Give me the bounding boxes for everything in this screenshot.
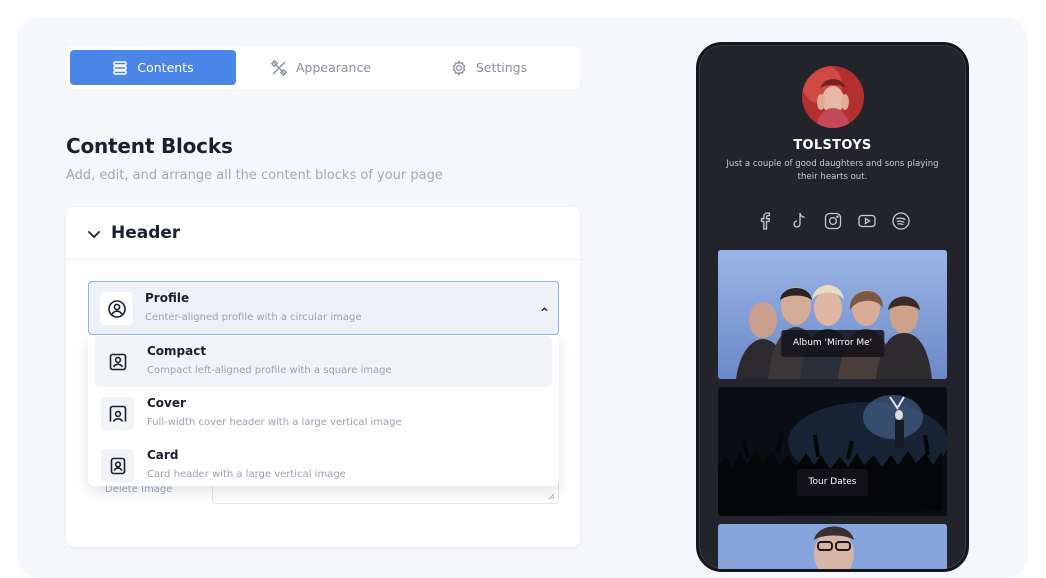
- phone-preview: TOLSTOYS Just a couple of good daughters…: [696, 42, 969, 572]
- tab-appearance-label: Appearance: [295, 60, 372, 75]
- stack-icon: [113, 60, 128, 75]
- option-cover[interactable]: Cover Full-width cover header with a lar…: [95, 388, 552, 439]
- option-card-title: Card: [147, 448, 179, 462]
- selected-option-description: Center-aligned profile with a circular i…: [145, 312, 362, 323]
- header-section-toggle[interactable]: Header: [66, 207, 580, 260]
- social-links: [699, 211, 966, 231]
- link-block-tour[interactable]: Tour Dates: [718, 387, 947, 516]
- profile-cover-icon: [101, 397, 134, 430]
- brush-ruler-icon: [270, 59, 287, 76]
- page-subtitle: Add, edit, and arrange all the content b…: [66, 168, 443, 183]
- tab-bar: Contents Appearance Settings: [66, 46, 580, 89]
- option-compact-description: Compact left-aligned profile with a squa…: [147, 365, 392, 376]
- third-block-image: [718, 524, 947, 569]
- tour-concert-image: [718, 387, 947, 516]
- chevron-up-icon: [541, 307, 548, 312]
- preview-profile-bio: Just a couple of good daughters and sons…: [726, 159, 939, 182]
- chevron-down-icon: [88, 231, 100, 239]
- tab-settings-label: Settings: [475, 60, 528, 75]
- instagram-icon[interactable]: [823, 211, 843, 231]
- header-type-dropdown: Compact Compact left-aligned profile wit…: [88, 335, 559, 486]
- profile-circle-icon: [100, 292, 133, 325]
- selected-option-title: Profile: [145, 291, 190, 305]
- option-compact[interactable]: Compact Compact left-aligned profile wit…: [95, 336, 552, 387]
- page-title: Content Blocks: [66, 134, 233, 158]
- facebook-icon[interactable]: [755, 211, 775, 231]
- tab-contents[interactable]: Contents: [70, 50, 236, 85]
- option-card[interactable]: Card Card header with a large vertical i…: [95, 440, 552, 491]
- tour-block-label: Tour Dates: [796, 469, 869, 496]
- preview-profile-name: TOLSTOYS: [793, 138, 872, 153]
- option-compact-title: Compact: [147, 344, 207, 358]
- tab-appearance[interactable]: Appearance: [238, 50, 404, 85]
- option-card-description: Card header with a large vertical image: [147, 469, 346, 480]
- header-section-label: Header: [111, 223, 181, 243]
- option-cover-title: Cover: [147, 396, 186, 410]
- tiktok-icon[interactable]: [789, 211, 809, 231]
- profile-card-icon: [101, 449, 134, 482]
- tab-settings[interactable]: Settings: [406, 50, 572, 85]
- profile-square-icon: [101, 345, 134, 378]
- youtube-icon[interactable]: [857, 211, 877, 231]
- resize-handle-icon: [548, 493, 555, 500]
- option-cover-description: Full-width cover header with a large ver…: [147, 417, 402, 428]
- spotify-icon[interactable]: [891, 211, 911, 231]
- header-type-select[interactable]: Profile Center-aligned profile with a ci…: [88, 281, 559, 335]
- link-block-album[interactable]: Album 'Mirror Me': [718, 250, 947, 379]
- avatar: [802, 66, 864, 128]
- tab-contents-label: Contents: [137, 60, 194, 75]
- album-cover-image: [718, 250, 947, 379]
- gear-icon: [452, 59, 466, 76]
- link-block-third[interactable]: [718, 524, 947, 569]
- album-block-label: Album 'Mirror Me': [780, 330, 885, 357]
